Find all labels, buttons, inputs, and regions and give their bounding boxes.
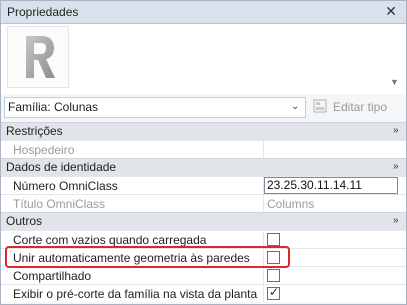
property-row-titulo-omniclass[interactable]: Título OmniClass Columns [1,194,406,212]
category-dados-de-identidade[interactable]: Dados de identidade » [1,158,406,176]
properties-panel: Propriedades ✕ ▼ Família: Colunas ⌄ Edit… [0,0,407,305]
type-preview-area: ▼ [1,24,406,94]
property-row-compartilhado[interactable]: Compartilhado [1,266,406,284]
revit-r-logo-icon [26,36,55,78]
property-name: Compartilhado [13,269,92,283]
checkbox[interactable] [267,269,280,282]
close-icon[interactable]: ✕ [383,3,399,19]
red-highlight-annotation [5,246,290,268]
edit-type-label: Editar tipo [333,100,388,114]
column-divider [263,267,264,284]
property-name: Exibir o pré-corte da família na vista d… [13,287,258,301]
category-label: Restrições [6,124,63,138]
type-preview-thumbnail[interactable] [7,26,69,88]
panel-title: Propriedades [7,5,79,19]
checkbox-checked[interactable]: ✓ [267,285,280,300]
collapse-icon[interactable]: » [393,161,399,172]
property-row-exibir-pre-corte[interactable]: Exibir o pré-corte da família na vista d… [1,284,406,302]
edit-type-icon [313,99,327,113]
panel-titlebar[interactable]: Propriedades ✕ [1,1,406,24]
column-divider [263,195,264,212]
category-outros[interactable]: Outros » [1,212,406,230]
category-label: Dados de identidade [6,160,117,174]
property-name: Hospedeiro [13,143,75,157]
property-name: Número OmniClass [13,179,118,193]
checkbox[interactable] [267,233,280,246]
column-divider [263,285,264,302]
type-selector-value: Família: Colunas [8,100,99,114]
type-selector-dropdown[interactable]: Família: Colunas ⌄ [4,97,306,118]
omniclass-number-field[interactable]: 23.25.30.11.14.11 [264,177,398,194]
category-restricoes[interactable]: Restrições » [1,122,406,140]
edit-type-button[interactable]: Editar tipo [311,97,405,116]
property-name: Título OmniClass [13,197,106,211]
check-icon: ✓ [269,285,280,299]
property-row-hospedeiro[interactable]: Hospedeiro [1,140,406,158]
collapse-icon[interactable]: » [393,125,399,136]
collapse-icon[interactable]: » [393,215,399,226]
chevron-down-icon: ⌄ [291,101,300,112]
column-divider [263,141,264,158]
category-label: Outros [6,214,43,228]
property-name: Corte com vazios quando carregada [13,233,207,247]
chevron-down-icon[interactable]: ▼ [390,77,400,87]
property-value: Columns [267,197,315,211]
property-row-numero-omniclass[interactable]: Número OmniClass 23.25.30.11.14.11 [1,176,406,194]
